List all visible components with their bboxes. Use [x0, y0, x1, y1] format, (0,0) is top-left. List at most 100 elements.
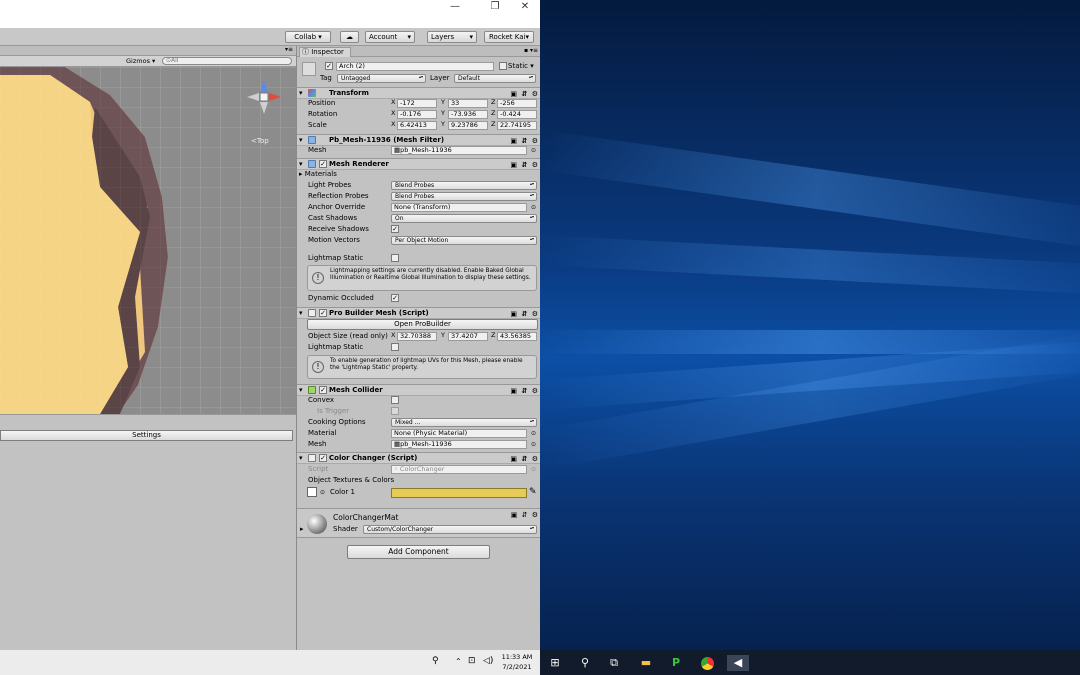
lightmap-static-checkbox[interactable]	[391, 254, 399, 262]
object-size-x-field[interactable]: 32.70388	[397, 332, 437, 341]
search-icon[interactable]: ⚲	[577, 655, 593, 671]
position-x-field[interactable]: -172	[397, 99, 437, 108]
mesh-field[interactable]: ▦pb_Mesh-11936	[391, 146, 527, 155]
eyedropper-icon[interactable]: ✎	[529, 487, 537, 498]
object-size-z-field[interactable]: 43.56385	[497, 332, 537, 341]
tab-inspector[interactable]: ⓘ Inspector	[299, 47, 351, 57]
collider-mesh-field[interactable]: ▦pb_Mesh-11936	[391, 440, 527, 449]
app-icon[interactable]: P	[668, 655, 684, 671]
light-probes-dropdown[interactable]: Blend Probes	[391, 181, 537, 190]
layer-dropdown[interactable]: Default	[454, 74, 536, 83]
rotation-y-field[interactable]: -73.936	[448, 110, 488, 119]
object-picker-icon: ⊙	[531, 466, 537, 473]
account-dropdown[interactable]: Account ▾	[365, 31, 415, 43]
tag-dropdown[interactable]: Untagged	[337, 74, 426, 83]
color-changer-header[interactable]: ▾ ✓ Color Changer (Script) ▣ ⇵ ⚙	[297, 452, 540, 464]
object-picker-icon[interactable]: ⊙	[531, 428, 536, 439]
shader-label: Shader	[333, 525, 358, 533]
reflection-probes-dropdown[interactable]: Blend Probes	[391, 192, 537, 201]
material-name: ColorChangerMat	[333, 513, 399, 522]
restore-button[interactable]: ❐	[480, 0, 510, 14]
scale-z-field[interactable]: 22.74195	[497, 121, 537, 130]
task-view-icon[interactable]: ⧉	[606, 655, 622, 671]
anchor-override-field[interactable]: None (Transform)	[391, 203, 527, 212]
mesh-collider-icon	[308, 386, 316, 394]
color-swatch-icon[interactable]	[307, 487, 317, 497]
collab-button[interactable]: Collab ▾	[285, 31, 331, 43]
layer-label: Layer	[430, 74, 450, 82]
start-icon[interactable]: ⊞	[547, 655, 563, 671]
chrome-icon[interactable]	[699, 655, 715, 671]
cast-shadows-dropdown[interactable]: On	[391, 214, 537, 223]
scale-x-field[interactable]: 6.42413	[397, 121, 437, 130]
inspector-tab-strip: ⓘ Inspector ▪ ▾≡	[297, 46, 540, 57]
object-size-y-field[interactable]: 37.4207	[448, 332, 488, 341]
object-picker-icon[interactable]: ⊙	[531, 202, 536, 213]
clock[interactable]: 11:33 AM 7/2/2021	[497, 652, 537, 672]
collider-mesh-row: Mesh ▦pb_Mesh-11936 ⊙	[308, 439, 537, 450]
unity-editor-window: — ❐ ✕ Collab ▾ ☁ Account ▾ Layers ▾ Rocket…	[0, 0, 540, 650]
gizmos-dropdown[interactable]: Gizmos ▾	[126, 57, 155, 65]
script-icon	[308, 309, 316, 317]
layers-dropdown[interactable]: Layers ▾	[427, 31, 477, 43]
object-picker-icon[interactable]: ⊙	[531, 145, 536, 156]
color1-field[interactable]	[391, 488, 527, 498]
reflection-probes-row: Reflection Probes Blend Probes	[297, 191, 540, 202]
screen: — ❐ ✕ Collab ▾ ☁ Account ▾ Layers ▾ Rocket…	[0, 0, 1080, 675]
tray-expand-icon[interactable]: ⌃	[455, 657, 462, 666]
scale-y-field[interactable]: 9.23786	[448, 121, 488, 130]
scale-row: Scale X 6.42413 Y 9.23786 Z 22.74195	[297, 120, 540, 131]
expand-icon[interactable]: ▸	[300, 525, 304, 533]
object-size-row: Object Size (read only) X 32.70388 Y 37.42…	[297, 331, 540, 342]
cooking-options-dropdown[interactable]: Mixed ...	[391, 418, 537, 427]
collider-material-field[interactable]: None (Physic Material)	[391, 429, 527, 438]
position-z-field[interactable]: -256	[497, 99, 537, 108]
position-row: Position X -172 Y 33 Z -256	[297, 98, 540, 109]
panel-menu-icon[interactable]: ▪ ▾≡	[524, 47, 538, 54]
dynamic-occluded-checkbox[interactable]: ✓	[391, 294, 399, 302]
rotation-x-field[interactable]: -0.176	[397, 110, 437, 119]
add-component-button[interactable]: Add Component	[347, 545, 490, 559]
cast-shadows-row: Cast Shadows On	[297, 213, 540, 224]
mesh-collider-enabled-checkbox[interactable]: ✓	[319, 386, 327, 394]
scene-search-input[interactable]: ⊙All	[162, 57, 292, 65]
network-icon[interactable]: ⊡	[468, 656, 476, 666]
static-checkbox[interactable]	[499, 62, 507, 70]
materials-row[interactable]: ▸ Materials	[297, 169, 540, 180]
mesh-renderer-icon	[308, 160, 316, 168]
settings-button[interactable]: Settings	[0, 430, 293, 441]
people-icon[interactable]: ⚲	[432, 656, 439, 666]
minimize-button[interactable]: —	[440, 0, 470, 14]
pb-lightmap-static-checkbox[interactable]	[391, 343, 399, 351]
cloud-icon[interactable]: ☁	[340, 31, 359, 43]
probuilder-header[interactable]: ▾ ✓ Pro Builder Mesh (Script) ▣ ⇵ ⚙	[297, 307, 540, 319]
component-menu-icon[interactable]: ▣ ⇵ ⚙	[511, 511, 539, 519]
static-label[interactable]: Static ▾	[508, 62, 534, 71]
probuilder-enabled-checkbox[interactable]: ✓	[319, 309, 327, 317]
orientation-gizmo[interactable]: <Top	[243, 76, 285, 145]
mesh-renderer-enabled-checkbox[interactable]: ✓	[319, 160, 327, 168]
scene-view[interactable]: <Top	[0, 67, 296, 414]
motion-vectors-dropdown[interactable]: Per Object Motion	[391, 236, 537, 245]
rotation-z-field[interactable]: -0.424	[497, 110, 537, 119]
convex-checkbox[interactable]	[391, 396, 399, 404]
close-button[interactable]: ✕	[510, 0, 540, 14]
shader-dropdown[interactable]: Custom/ColorChanger	[363, 525, 537, 534]
layout-dropdown[interactable]: Rocket Kai▾	[484, 31, 534, 43]
receive-shadows-checkbox[interactable]: ✓	[391, 225, 399, 233]
volume-icon[interactable]: ◁)	[483, 656, 493, 666]
color-changer-enabled-checkbox[interactable]: ✓	[319, 454, 327, 462]
cooking-options-row: Cooking Options Mixed ...	[297, 417, 540, 428]
object-picker-icon[interactable]: ⊙	[531, 439, 536, 450]
script-row: Script ◦ ColorChanger ⊙	[308, 465, 537, 474]
unity-icon[interactable]: ◀	[727, 655, 749, 671]
active-checkbox[interactable]: ✓	[325, 62, 333, 70]
position-y-field[interactable]: 33	[448, 99, 488, 108]
lightmap-static-row: Lightmap Static	[297, 253, 540, 264]
panel-menu-icon[interactable]: ▾≡	[285, 46, 293, 53]
receive-shadows-row: Receive Shadows ✓	[308, 225, 399, 233]
script-icon	[308, 454, 316, 462]
object-name-field[interactable]: Arch (2)	[336, 62, 494, 71]
open-probuilder-button[interactable]: Open ProBuilder	[307, 319, 538, 330]
file-explorer-icon[interactable]: ▬	[638, 655, 654, 671]
